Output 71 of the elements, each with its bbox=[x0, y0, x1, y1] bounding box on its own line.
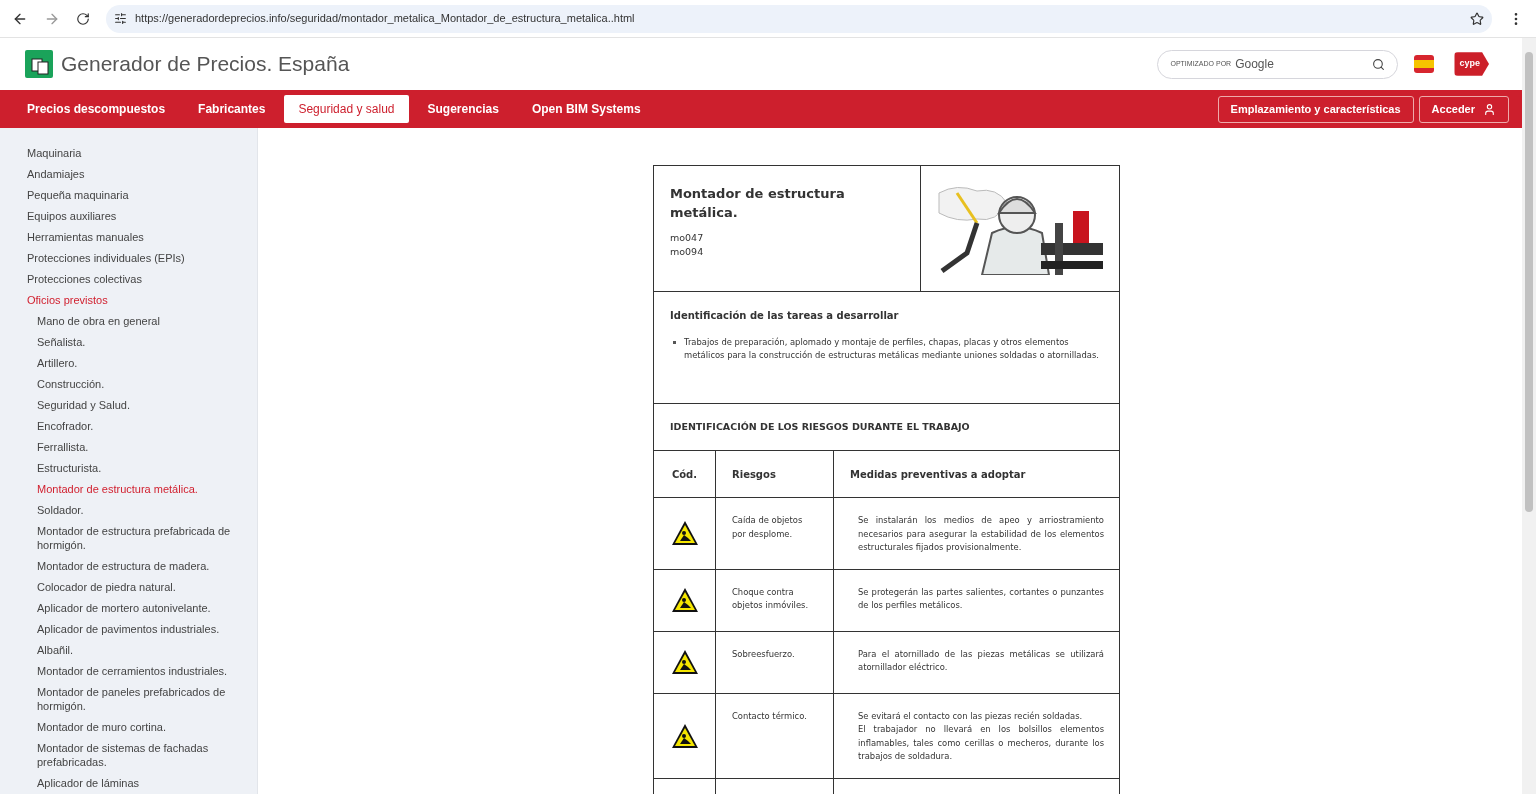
nav-tab[interactable]: Sugerencias bbox=[413, 95, 513, 123]
sidebar-item[interactable]: Artillero. bbox=[0, 352, 257, 373]
sidebar-item[interactable]: Construcción. bbox=[0, 373, 257, 394]
sidebar-item[interactable]: Albañil. bbox=[0, 639, 257, 660]
nav-tab[interactable]: Seguridad y salud bbox=[284, 95, 409, 123]
location-button[interactable]: Emplazamiento y características bbox=[1217, 95, 1414, 123]
sidebar-item[interactable]: Protecciones individuales (EPIs) bbox=[0, 247, 257, 268]
url-text: https://generadordeprecios.info/seguridad/montador_metalica_Montador_de_estructura_metalica..html bbox=[135, 11, 635, 27]
sidebar-item[interactable]: Mano de obra en general bbox=[0, 310, 257, 331]
risk-text: Contacto térmico. bbox=[732, 709, 808, 723]
risk-text: Choque contra objetos inmóviles. bbox=[732, 585, 810, 612]
search-brand: Google bbox=[1235, 56, 1274, 73]
section-heading: Identificación de las tareas a desarrollar bbox=[670, 309, 900, 323]
login-button[interactable]: Acceder bbox=[1418, 95, 1509, 123]
sidebar-item[interactable]: Herramientas manuales bbox=[0, 226, 257, 247]
sidebar-item[interactable]: Encofrador. bbox=[0, 415, 257, 436]
cype-logo[interactable]: cype bbox=[1454, 52, 1489, 76]
sidebar-item[interactable]: Señalista. bbox=[0, 331, 257, 352]
sidebar-item[interactable]: Aplicador de pavimentos industriales. bbox=[0, 618, 257, 639]
nav-tab[interactable]: Fabricantes bbox=[184, 95, 280, 123]
scrollbar[interactable] bbox=[1522, 38, 1536, 794]
sidebar-item[interactable]: Montador de cerramientos industriales. bbox=[0, 660, 257, 681]
risk-text: Sobreesfuerzo. bbox=[732, 647, 796, 661]
site-settings-icon[interactable] bbox=[114, 12, 127, 25]
sidebar-item[interactable]: Aplicador de láminas bbox=[0, 772, 257, 793]
sidebar-item[interactable]: Pequeña maquinaria bbox=[0, 184, 257, 205]
nav-tab[interactable]: Open BIM Systems bbox=[517, 95, 655, 123]
sidebar-item[interactable]: Oficios previstos bbox=[0, 289, 257, 310]
sidebar-item[interactable]: Montador de estructura prefabricada de hormigón. bbox=[0, 520, 257, 555]
section-heading: IDENTIFICACIÓN DE LOS RIESGOS DURANTE EL TRABAJO bbox=[670, 419, 970, 434]
sidebar-item[interactable]: Montador de muro cortina. bbox=[0, 716, 257, 737]
measure-text: El trabajador no llevará en los bolsillos elementos inflamables, tales como cerillas o mecheros, durante los trabajos de soldadura. bbox=[858, 723, 1104, 763]
reload-icon[interactable] bbox=[76, 11, 90, 26]
risk-text: Caída de objetos por desplome. bbox=[732, 514, 804, 541]
column-header: Medidas preventivas a adoptar bbox=[850, 467, 1026, 482]
sidebar-item[interactable]: Montador de estructura metálica. bbox=[0, 478, 257, 499]
user-icon bbox=[1483, 102, 1496, 116]
sidebar-item[interactable]: Ferrallista. bbox=[0, 436, 257, 457]
measure-text: Se protegerán las partes salientes, cortantes o punzantes de los perfiles metálicos. bbox=[858, 585, 1104, 612]
warning-icon bbox=[670, 520, 699, 547]
column-header: Cód. bbox=[671, 467, 698, 482]
sidebar-item[interactable]: Montador de sistemas de fachadas prefabricadas. bbox=[0, 737, 257, 772]
logo-icon bbox=[25, 50, 53, 78]
warning-icon bbox=[670, 649, 699, 675]
sidebar-item[interactable]: Equipos auxiliares bbox=[0, 205, 257, 226]
measure-text: Para el atornillado de las piezas metálicas se utilizará atornillador eléctrico. bbox=[858, 647, 1104, 674]
sidebar-item[interactable]: Montador de estructura de madera. bbox=[0, 555, 257, 576]
nav-tab[interactable]: Precios descompuestos bbox=[13, 95, 180, 123]
sidebar-item[interactable]: Soldador. bbox=[0, 499, 257, 520]
card-title: Montador de estructura metálica. bbox=[670, 185, 846, 222]
warning-icon bbox=[670, 587, 699, 613]
sidebar-item[interactable]: Montador de paneles prefabricados de hormigón. bbox=[0, 681, 257, 716]
sidebar-item[interactable]: Aplicador de mortero autonivelante. bbox=[0, 597, 257, 618]
address-bar[interactable]: https://generadordeprecios.info/seguridad/montador_metalica_Montador_de_estructura_metalica..html bbox=[106, 4, 1492, 33]
sidebar-item[interactable]: Maquinaria bbox=[0, 142, 257, 163]
item-code: mo047 bbox=[670, 231, 705, 245]
item-code: mo094 bbox=[670, 245, 705, 259]
search-icon[interactable] bbox=[1372, 57, 1386, 71]
site-title: Generador de Precios. España bbox=[61, 51, 350, 78]
measure-text: Se instalarán los medios de apeo y arriostramiento necesarios para asegurar la estabilidad de los elementos estructurales fijados provisionalmente. bbox=[858, 514, 1104, 554]
sidebar-item[interactable]: Estructurista. bbox=[0, 457, 257, 478]
bookmark-icon[interactable] bbox=[1470, 11, 1484, 26]
sidebar-item[interactable]: Colocador de piedra natural. bbox=[0, 576, 257, 597]
spain-flag-icon[interactable] bbox=[1414, 55, 1435, 73]
task-text: Trabajos de preparación, aplomado y montaje de perfiles, chapas, placas y otros elementos metálicos para la construcción de estructuras metálicas mediante uniones soldadas o atornilladas. bbox=[684, 336, 1100, 362]
measure-text: Se evitará el contacto con las piezas recién soldadas. bbox=[858, 709, 1084, 723]
sidebar-item[interactable]: Seguridad y Salud. bbox=[0, 394, 257, 415]
sidebar-item[interactable]: Andamiajes bbox=[0, 163, 257, 184]
column-header: Riesgos bbox=[732, 467, 776, 482]
warning-icon bbox=[670, 722, 699, 749]
sidebar-item[interactable]: Protecciones colectivas bbox=[0, 268, 257, 289]
